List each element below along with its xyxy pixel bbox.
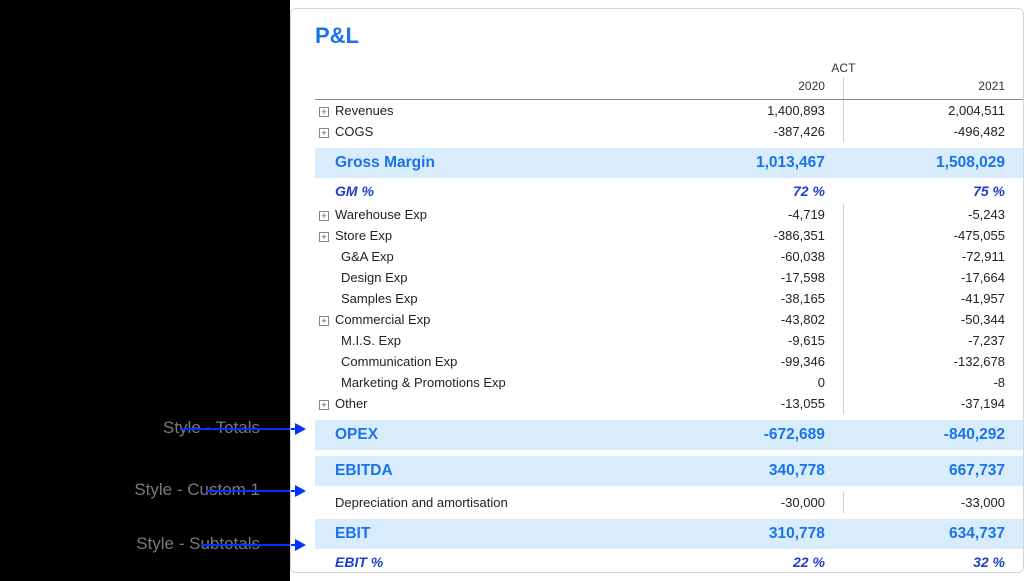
table-row[interactable]: + Commercial Exp -43,802-50,344 xyxy=(315,309,1023,330)
cell-value: -72,911 xyxy=(843,246,1023,267)
table-row[interactable]: + Store Exp -386,351-475,055 xyxy=(315,225,1023,246)
year-col-1: 2021 xyxy=(843,77,1023,100)
row-label: OPEX xyxy=(335,426,378,443)
cell-value: -99,346 xyxy=(664,351,844,372)
expand-icon[interactable]: + xyxy=(319,211,329,221)
cell-value: -475,055 xyxy=(843,225,1023,246)
cell-value: 72 % xyxy=(664,178,844,204)
table-row: EBIT % 22 %32 % xyxy=(315,549,1023,573)
cell-value: 340,778 xyxy=(664,456,844,486)
row-label: Design Exp xyxy=(341,270,407,285)
table-row: G&A Exp -60,038-72,911 xyxy=(315,246,1023,267)
cell-value: -9,615 xyxy=(664,330,844,351)
row-label: Revenues xyxy=(335,103,394,118)
expand-icon[interactable]: + xyxy=(319,107,329,117)
table-row: M.I.S. Exp -9,615-7,237 xyxy=(315,330,1023,351)
cell-value: 310,778 xyxy=(664,519,844,549)
table-row[interactable]: + Revenues 1,400,8932,004,511 xyxy=(315,100,1023,122)
cell-value: 0 xyxy=(664,372,844,393)
arrow-custom1-line xyxy=(206,490,295,492)
cell-value: -30,000 xyxy=(664,492,844,513)
cell-value: 634,737 xyxy=(843,519,1023,549)
table-row: Marketing & Promotions Exp 0-8 xyxy=(315,372,1023,393)
expand-icon[interactable]: + xyxy=(319,128,329,138)
cell-value: -8 xyxy=(843,372,1023,393)
arrow-subtotals-line xyxy=(202,544,295,546)
table-row: Gross Margin 1,013,4671,508,029 xyxy=(315,148,1023,178)
cell-value: -60,038 xyxy=(664,246,844,267)
cell-value: -386,351 xyxy=(664,225,844,246)
cell-value: -132,678 xyxy=(843,351,1023,372)
cell-value: 1,013,467 xyxy=(664,148,844,178)
expand-icon[interactable]: + xyxy=(319,232,329,242)
row-label: Other xyxy=(335,396,368,411)
cell-value: 75 % xyxy=(843,178,1023,204)
cell-value: 32 % xyxy=(843,549,1023,573)
table-row: Samples Exp -38,165-41,957 xyxy=(315,288,1023,309)
cell-value: -5,243 xyxy=(843,204,1023,225)
cell-value: -13,055 xyxy=(664,393,844,414)
cell-value: 1,400,893 xyxy=(664,100,844,122)
row-label: Samples Exp xyxy=(341,291,418,306)
row-label: M.I.S. Exp xyxy=(341,333,401,348)
expand-icon[interactable]: + xyxy=(319,316,329,326)
report-title: P&L xyxy=(315,23,1023,49)
cell-value: -840,292 xyxy=(843,420,1023,450)
cell-value: -496,482 xyxy=(843,121,1023,142)
row-label: Warehouse Exp xyxy=(335,207,427,222)
row-label: COGS xyxy=(335,124,373,139)
cell-value: -17,598 xyxy=(664,267,844,288)
annotation-panel: Style - Totals Style - Custom 1 Style - … xyxy=(0,0,290,581)
table-row: Depreciation and amortisation -30,000-33,… xyxy=(315,492,1023,513)
row-label: Communication Exp xyxy=(341,354,457,369)
arrow-totals-line xyxy=(180,428,295,430)
cell-value: -7,237 xyxy=(843,330,1023,351)
table-row[interactable]: + Other -13,055-37,194 xyxy=(315,393,1023,414)
cell-value: -33,000 xyxy=(843,492,1023,513)
table-row[interactable]: + Warehouse Exp -4,719-5,243 xyxy=(315,204,1023,225)
year-col-0: 2020 xyxy=(664,77,844,100)
table-row: EBITDA 340,778667,737 xyxy=(315,456,1023,486)
table-row: EBIT 310,778634,737 xyxy=(315,519,1023,549)
row-label: Depreciation and amortisation xyxy=(335,495,508,510)
cell-value: 2,004,511 xyxy=(843,100,1023,122)
row-label: Commercial Exp xyxy=(335,312,430,327)
row-label: EBIT % xyxy=(335,554,383,570)
table-row: OPEX -672,689-840,292 xyxy=(315,420,1023,450)
cell-value: 667,737 xyxy=(843,456,1023,486)
report-container: P&L ACT 2020 2021 + Revenues 1,400,8932,00… xyxy=(290,8,1024,573)
cell-value: 22 % xyxy=(664,549,844,573)
cell-value: -37,194 xyxy=(843,393,1023,414)
row-label: Gross Margin xyxy=(335,154,435,171)
table-row: GM % 72 %75 % xyxy=(315,178,1023,204)
table-row: Design Exp -17,598-17,664 xyxy=(315,267,1023,288)
row-label: EBIT xyxy=(335,525,370,542)
row-label: G&A Exp xyxy=(341,249,394,264)
table-row: Communication Exp -99,346-132,678 xyxy=(315,351,1023,372)
cell-value: -41,957 xyxy=(843,288,1023,309)
table-row[interactable]: + COGS -387,426-496,482 xyxy=(315,121,1023,142)
row-label: GM % xyxy=(335,183,374,199)
header-blank-2 xyxy=(315,77,664,100)
cell-value: 1,508,029 xyxy=(843,148,1023,178)
cell-value: -387,426 xyxy=(664,121,844,142)
cell-value: -17,664 xyxy=(843,267,1023,288)
cell-value: -43,802 xyxy=(664,309,844,330)
pl-table: ACT 2020 2021 + Revenues 1,400,8932,004,51… xyxy=(315,57,1023,573)
header-blank xyxy=(315,57,664,77)
cell-value: -38,165 xyxy=(664,288,844,309)
cell-value: -672,689 xyxy=(664,420,844,450)
expand-icon[interactable]: + xyxy=(319,400,329,410)
period-header: ACT xyxy=(664,57,1023,77)
table-body: + Revenues 1,400,8932,004,511 + COGS -387,426… xyxy=(315,100,1023,574)
row-label: EBITDA xyxy=(335,462,393,479)
row-label: Store Exp xyxy=(335,228,392,243)
report-panel: P&L ACT 2020 2021 + Revenues 1,400,8932,00… xyxy=(290,0,1024,581)
cell-value: -4,719 xyxy=(664,204,844,225)
cell-value: -50,344 xyxy=(843,309,1023,330)
row-label: Marketing & Promotions Exp xyxy=(341,375,506,390)
